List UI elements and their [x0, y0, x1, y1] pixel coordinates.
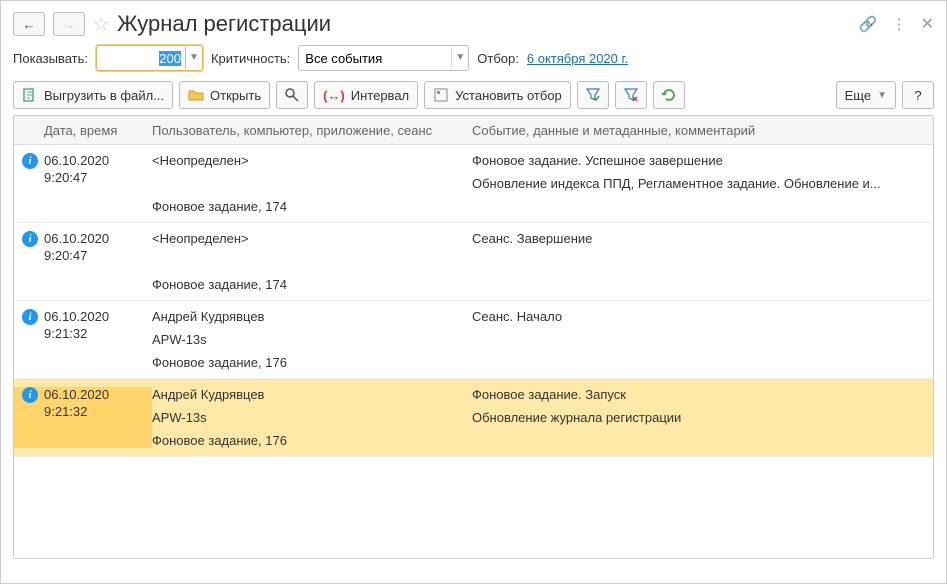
funnel-check-icon: [585, 87, 601, 103]
info-icon: i: [22, 387, 38, 403]
event-cell: Фоновое задание. ЗапускОбновление журнал…: [472, 387, 933, 448]
filter-by-current-button[interactable]: [577, 81, 609, 109]
favorite-star-icon[interactable]: ☆: [93, 14, 109, 35]
datetime-cell: 06.10.20209:21:32: [44, 387, 109, 448]
table-row[interactable]: i 06.10.20209:21:32 Андрей КудрявцевAPW-13…: [14, 301, 933, 379]
titlebar: ← → ☆ Журнал регистрации 🔗 ⋮ ✕: [13, 11, 934, 37]
user-cell: <Неопределен> Фоновое задание, 174: [152, 153, 472, 214]
col-user-header[interactable]: Пользователь, компьютер, приложение, сеа…: [152, 123, 472, 138]
datetime-cell: 06.10.20209:20:47: [44, 153, 109, 214]
page-title: Журнал регистрации: [117, 11, 331, 37]
interval-icon: (↔): [323, 88, 345, 103]
grid-body[interactable]: i 06.10.20209:20:47 <Неопределен> Фоновое …: [14, 145, 933, 558]
datetime-cell: 06.10.20209:21:32: [44, 309, 109, 370]
show-count-dropdown-icon[interactable]: ▼: [185, 47, 202, 69]
open-label: Открыть: [210, 88, 261, 103]
severity-dropdown-icon[interactable]: ▼: [451, 47, 468, 69]
event-cell: Сеанс. Начало: [472, 309, 933, 370]
selection-date-link[interactable]: 6 октября 2020 г.: [527, 51, 628, 66]
user-cell: <Неопределен> Фоновое задание, 174: [152, 231, 472, 292]
selection-label: Отбор:: [477, 51, 519, 66]
event-cell: Сеанс. Завершение: [472, 231, 933, 292]
more-label: Еще: [845, 88, 871, 103]
user-cell: Андрей КудрявцевAPW-13sФоновое задание, …: [152, 387, 472, 448]
refresh-button[interactable]: [653, 81, 685, 109]
table-row[interactable]: i 06.10.20209:20:47 <Неопределен> Фоновое …: [14, 223, 933, 301]
more-vertical-icon[interactable]: ⋮: [892, 15, 907, 33]
funnel-clear-icon: [623, 87, 639, 103]
set-filter-label: Установить отбор: [455, 88, 562, 103]
show-count-field: ▼: [96, 45, 203, 71]
nav-back-button[interactable]: ←: [13, 12, 45, 36]
severity-label: Критичность:: [211, 51, 290, 66]
table-row[interactable]: i 06.10.20209:21:32 Андрей КудрявцевAPW-13…: [14, 379, 933, 457]
nav-forward-button[interactable]: →: [53, 12, 85, 36]
col-event-header[interactable]: Событие, данные и метаданные, комментари…: [472, 123, 933, 138]
col-datetime-header[interactable]: Дата, время: [14, 123, 152, 138]
help-button[interactable]: ?: [902, 81, 934, 109]
info-icon: i: [22, 153, 38, 169]
datetime-cell: 06.10.20209:20:47: [44, 231, 109, 292]
link-icon[interactable]: 🔗: [859, 15, 878, 33]
filter-bar: Показывать: ▼ Критичность: ▼ Отбор: 6 ок…: [13, 45, 934, 71]
show-count-input[interactable]: [97, 51, 185, 66]
close-icon[interactable]: ✕: [921, 14, 934, 34]
user-cell: Андрей КудрявцевAPW-13sФоновое задание, …: [152, 309, 472, 370]
table-row[interactable]: i 06.10.20209:20:47 <Неопределен> Фоновое …: [14, 145, 933, 223]
set-filter-button[interactable]: Установить отбор: [424, 81, 571, 109]
toolbar: Выгрузить в файл... Открыть (↔) Интервал…: [13, 81, 934, 109]
filter-set-icon: [433, 87, 449, 103]
event-log-window: ← → ☆ Журнал регистрации 🔗 ⋮ ✕ Показыват…: [0, 0, 947, 584]
refresh-icon: [661, 87, 677, 103]
export-icon: [22, 87, 38, 103]
export-label: Выгрузить в файл...: [44, 88, 164, 103]
view-button[interactable]: [276, 81, 308, 109]
export-button[interactable]: Выгрузить в файл...: [13, 81, 173, 109]
info-icon: i: [22, 309, 38, 325]
severity-input[interactable]: [299, 51, 451, 66]
folder-open-icon: [188, 87, 204, 103]
event-grid: Дата, время Пользователь, компьютер, при…: [13, 115, 934, 559]
info-icon: i: [22, 231, 38, 247]
open-button[interactable]: Открыть: [179, 81, 270, 109]
chevron-down-icon: ▼: [877, 90, 887, 101]
clear-filter-button[interactable]: [615, 81, 647, 109]
event-cell: Фоновое задание. Успешное завершениеОбно…: [472, 153, 933, 214]
interval-label: Интервал: [351, 88, 409, 103]
help-icon: ?: [914, 88, 921, 103]
interval-button[interactable]: (↔) Интервал: [314, 81, 418, 109]
grid-header: Дата, время Пользователь, компьютер, при…: [14, 116, 933, 145]
show-label: Показывать:: [13, 51, 88, 66]
severity-select: ▼: [298, 45, 469, 71]
magnifier-icon: [284, 87, 300, 103]
more-button[interactable]: Еще ▼: [836, 81, 896, 109]
